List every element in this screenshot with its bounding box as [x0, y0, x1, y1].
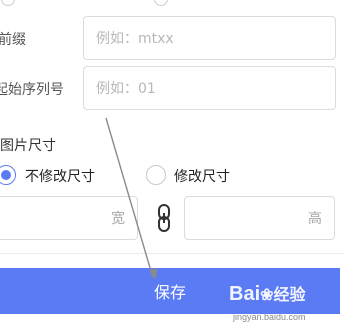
start-sequence-label: 起始序列号 [0, 82, 64, 98]
prefix-label: 前缀 [0, 32, 26, 48]
radio-button[interactable] [1, 0, 15, 6]
resize-label[interactable]: 修改尺寸 [174, 166, 230, 186]
keep-size-radio[interactable] [0, 165, 16, 185]
width-unit-label: 宽 [111, 211, 125, 227]
image-size-heading: 图片尺寸 [0, 138, 56, 154]
height-input[interactable]: 高 [184, 196, 335, 240]
keep-size-label[interactable]: 不修改尺寸 [25, 166, 95, 186]
height-unit-label: 高 [308, 211, 322, 227]
link-icon[interactable] [156, 204, 172, 232]
radio-button[interactable] [154, 0, 168, 6]
watermark-url: jingyan.baidu.com [233, 312, 306, 322]
start-sequence-input[interactable]: 例如：01 [83, 66, 336, 110]
resize-radio[interactable] [146, 165, 166, 185]
prefix-input[interactable]: 例如：mtxx [83, 16, 336, 60]
divider [0, 253, 344, 254]
width-input[interactable]: 宽 [0, 196, 138, 240]
paw-icon: ❀ [260, 287, 274, 304]
watermark-logo: Bai❀经验 [229, 283, 306, 305]
